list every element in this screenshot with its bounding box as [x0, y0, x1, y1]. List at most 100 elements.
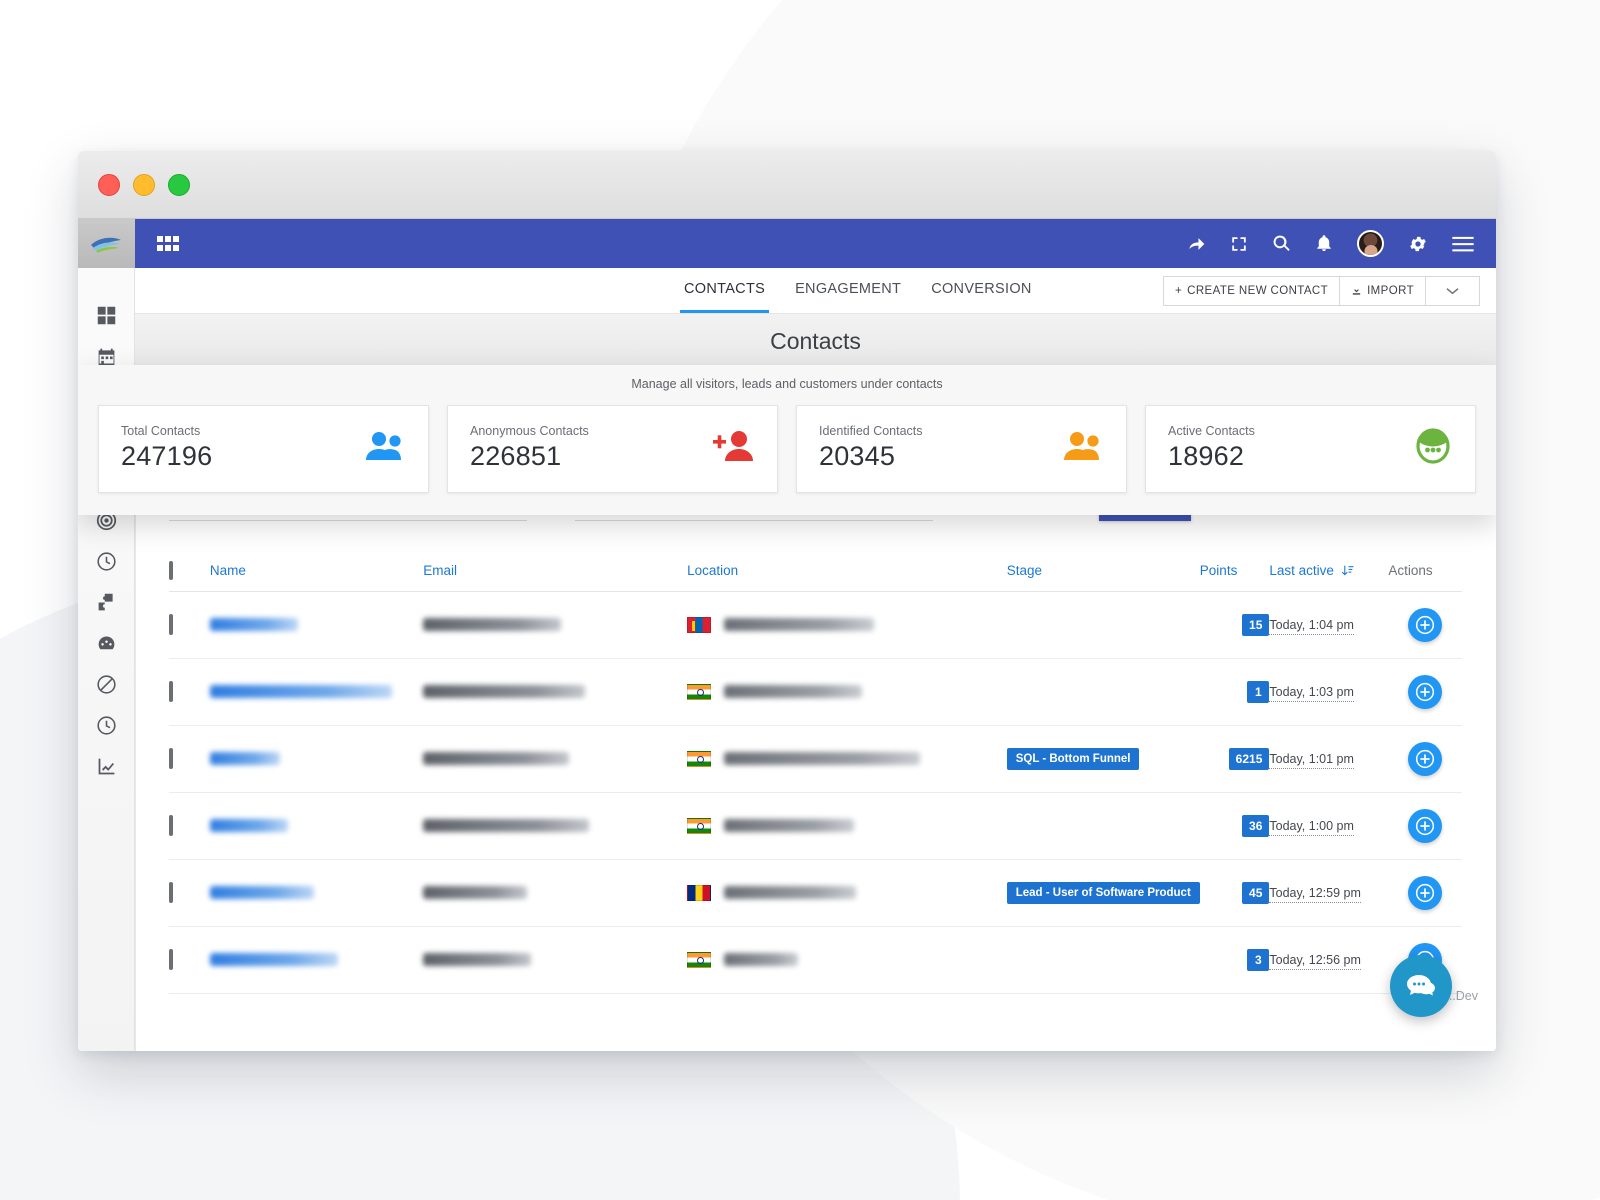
stat-card-active-contacts[interactable]: Active Contacts 18962: [1145, 405, 1476, 493]
close-button[interactable]: [98, 173, 120, 196]
stat-card-total-contacts[interactable]: Total Contacts 247196: [98, 405, 429, 493]
column-header-email[interactable]: Email: [423, 563, 688, 592]
cell-name[interactable]: [209, 725, 424, 793]
fullscreen-icon[interactable]: [1230, 235, 1248, 253]
cell-location: [687, 591, 1007, 659]
column-header-last-active[interactable]: Last active: [1269, 563, 1389, 592]
user-avatar[interactable]: [1357, 230, 1384, 257]
row-select-cell[interactable]: [169, 792, 210, 860]
stat-card-anonymous-contacts[interactable]: Anonymous Contacts 226851: [447, 405, 778, 493]
row-checkbox[interactable]: [169, 681, 173, 702]
row-select-cell[interactable]: [169, 591, 210, 659]
cell-actions[interactable]: [1388, 591, 1462, 659]
column-header-location[interactable]: Location: [687, 563, 1007, 592]
tab-contacts[interactable]: CONTACTS: [680, 268, 770, 313]
share-icon[interactable]: [1186, 234, 1206, 254]
sidebar-item-performance[interactable]: [78, 623, 135, 663]
cell-name[interactable]: [209, 926, 424, 994]
table-header-row: Name Email Location Stage Points Last ac…: [169, 561, 1462, 592]
more-actions-button[interactable]: [1426, 275, 1480, 306]
minimize-button[interactable]: [133, 173, 155, 196]
apps-button[interactable]: [157, 235, 179, 252]
cell-points: 45: [1199, 859, 1270, 927]
stats-overlay: Manage all visitors, leads and customers…: [78, 365, 1496, 515]
add-action-button[interactable]: [1408, 675, 1443, 709]
tab-engagement[interactable]: ENGAGEMENT: [791, 268, 905, 313]
settings-gear-icon[interactable]: [1408, 234, 1428, 254]
contacts-table: Name Email Location Stage Points Last ac…: [169, 561, 1462, 994]
zoom-button[interactable]: [168, 173, 190, 196]
redacted-name: [209, 953, 338, 967]
row-checkbox[interactable]: [169, 614, 173, 635]
sidebar-item-dashboard[interactable]: [78, 295, 135, 335]
points-badge: 1: [1247, 681, 1270, 703]
row-checkbox[interactable]: [169, 815, 173, 836]
table-row[interactable]: 36 Today, 1:00 pm: [169, 792, 1462, 860]
table-row[interactable]: 1 Today, 1:03 pm: [169, 658, 1462, 726]
cell-name[interactable]: [209, 859, 424, 927]
table-row[interactable]: SQL - Bottom Funnel 6215 Today, 1:01 pm: [169, 725, 1462, 793]
cell-name[interactable]: [209, 792, 424, 860]
create-new-contact-label: CREATE NEW CONTACT: [1187, 284, 1329, 297]
brand-logo[interactable]: [78, 219, 135, 268]
sidebar-item-blocked[interactable]: [78, 664, 135, 704]
cell-name[interactable]: [209, 591, 424, 659]
select-all-header[interactable]: [169, 561, 210, 592]
cell-stage: SQL - Bottom Funnel: [1006, 725, 1200, 793]
column-header-name[interactable]: Name: [209, 563, 424, 592]
cell-actions[interactable]: [1388, 792, 1462, 860]
cell-actions[interactable]: [1388, 725, 1462, 793]
notifications-icon[interactable]: [1315, 234, 1333, 253]
redacted-email: [423, 685, 586, 699]
cell-name[interactable]: [209, 658, 424, 726]
tab-conversion[interactable]: CONVERSION: [927, 268, 1036, 313]
points-badge: 3: [1247, 949, 1270, 971]
stat-text-identified: Identified Contacts 20345: [819, 424, 923, 472]
tab-list: CONTACTS ENGAGEMENT CONVERSION: [680, 268, 1036, 313]
import-button[interactable]: IMPORT: [1340, 275, 1426, 306]
row-select-cell[interactable]: [169, 859, 210, 927]
chat-bubble-icon: [1407, 975, 1435, 996]
column-header-stage[interactable]: Stage: [1006, 563, 1200, 592]
row-checkbox[interactable]: [169, 748, 173, 769]
cell-email: [423, 792, 688, 860]
sidebar-item-clock[interactable]: [78, 541, 135, 581]
add-action-button[interactable]: [1408, 608, 1443, 642]
search-icon[interactable]: [1272, 234, 1291, 253]
tabs-spacer: [1036, 268, 1163, 313]
cell-actions[interactable]: [1388, 658, 1462, 726]
row-select-cell[interactable]: [169, 725, 210, 793]
sidebar-item-history[interactable]: [78, 705, 135, 745]
stats-row: Total Contacts 247196 Anonymous Contacts…: [98, 405, 1476, 493]
redacted-name: [209, 685, 392, 699]
table-row[interactable]: 15 Today, 1:04 pm: [169, 591, 1462, 659]
country-flag-icon: [687, 616, 712, 633]
row-checkbox[interactable]: [169, 949, 173, 970]
create-new-contact-button[interactable]: + CREATE NEW CONTACT: [1163, 275, 1341, 306]
row-select-cell[interactable]: [169, 926, 210, 994]
row-checkbox[interactable]: [169, 882, 173, 903]
table-row[interactable]: Lead - User of Software Product 45 Today, …: [169, 859, 1462, 927]
stat-card-identified-contacts[interactable]: Identified Contacts 20345: [796, 405, 1127, 493]
hamburger-menu-icon[interactable]: [1452, 236, 1474, 252]
page-header: Contacts: [135, 314, 1496, 372]
stat-text-active: Active Contacts 18962: [1168, 424, 1255, 472]
redacted-location: [724, 618, 875, 632]
table-row[interactable]: 3 Today, 12:56 pm: [169, 926, 1462, 994]
stat-label-anonymous: Anonymous Contacts: [470, 424, 589, 438]
select-all-checkbox[interactable]: [169, 561, 173, 580]
stat-text-total: Total Contacts 247196: [121, 424, 212, 472]
sidebar-item-analytics[interactable]: [78, 746, 135, 786]
add-action-button[interactable]: [1408, 876, 1443, 910]
add-action-button[interactable]: [1408, 809, 1443, 843]
dashboard-grid-icon: [97, 306, 115, 324]
sidebar-item-integrations[interactable]: [78, 582, 135, 622]
add-action-button[interactable]: [1408, 742, 1443, 776]
cell-actions[interactable]: [1388, 859, 1462, 927]
chat-widget-button[interactable]: [1390, 955, 1452, 1017]
column-header-points[interactable]: Points: [1199, 563, 1270, 592]
stat-value-active: 18962: [1168, 441, 1245, 471]
plus-circle-icon: [1416, 883, 1435, 903]
row-select-cell[interactable]: [169, 658, 210, 726]
people-icon: [1062, 431, 1104, 466]
